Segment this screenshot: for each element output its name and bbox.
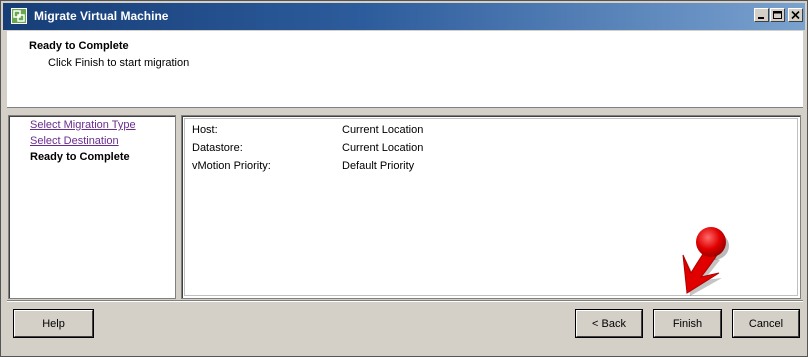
wizard-steps-panel: Select Migration Type Select Destination… (8, 115, 176, 299)
footer-divider (7, 300, 803, 302)
step-select-migration-type[interactable]: Select Migration Type (30, 119, 136, 131)
migrate-vm-dialog: Migrate Virtual Machine Ready to Complet… (0, 0, 808, 357)
summary-value-host: Current Location (342, 124, 424, 136)
summary-value-vmotion-priority: Default Priority (342, 160, 415, 172)
summary-value-datastore: Current Location (342, 142, 424, 154)
page-subtitle: Click Finish to start migration (48, 57, 190, 69)
page-title: Ready to Complete (29, 40, 129, 52)
back-button[interactable]: < Back (576, 310, 642, 337)
cancel-button[interactable]: Cancel (733, 310, 799, 337)
step-select-destination[interactable]: Select Destination (30, 135, 119, 147)
help-button[interactable]: Help (14, 310, 93, 337)
close-button[interactable] (788, 8, 803, 22)
summary-label-datastore: Datastore: (192, 142, 243, 154)
summary-panel: Host: Current Location Datastore: Curren… (181, 115, 801, 299)
maximize-button[interactable] (770, 8, 785, 22)
wizard-header: Ready to Complete Click Finish to start … (7, 31, 803, 108)
window-title: Migrate Virtual Machine (34, 9, 169, 23)
summary-list: Host: Current Location Datastore: Curren… (184, 118, 798, 296)
minimize-button[interactable] (754, 8, 769, 22)
minimize-icon (758, 17, 764, 19)
summary-label-host: Host: (192, 124, 218, 136)
title-bar[interactable]: Migrate Virtual Machine (3, 3, 805, 30)
close-icon (791, 11, 800, 20)
maximize-icon (773, 11, 782, 19)
vmware-app-icon (11, 8, 27, 24)
step-ready-to-complete: Ready to Complete (30, 151, 130, 163)
summary-label-vmotion-priority: vMotion Priority: (192, 160, 271, 172)
finish-button[interactable]: Finish (654, 310, 721, 337)
